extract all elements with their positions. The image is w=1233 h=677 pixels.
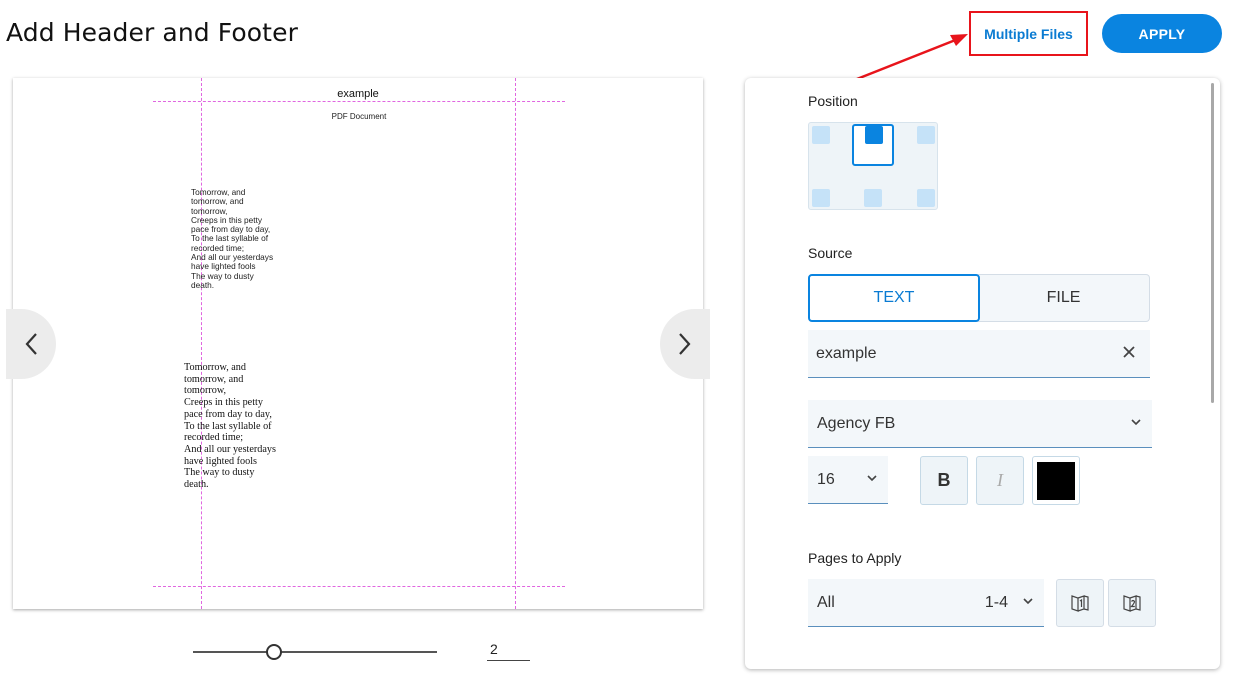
pages-to-apply-label: Pages to Apply — [808, 550, 902, 566]
multiple-files-link[interactable]: Multiple Files — [969, 11, 1088, 56]
margin-guide-right — [515, 78, 516, 609]
position-top-center[interactable] — [852, 124, 894, 166]
source-label: Source — [808, 245, 853, 261]
page-title: Add Header and Footer — [6, 18, 298, 47]
even-pages-icon — [1123, 595, 1141, 612]
poem-line: Tomorrow, and — [184, 362, 246, 373]
tab-source-file[interactable]: FILE — [978, 274, 1150, 322]
position-bottom-left[interactable] — [812, 189, 830, 207]
poem-line: death. — [184, 479, 209, 491]
even-pages-button[interactable] — [1108, 579, 1156, 627]
chevron-left-icon — [25, 333, 37, 355]
preview-doc-title: PDF Document — [331, 112, 387, 121]
pages-to-apply-select[interactable]: All 1-4 — [808, 579, 1044, 627]
poem-line: Creeps in this petty — [184, 397, 263, 409]
poem-line: The way to dusty — [184, 467, 255, 479]
color-swatch — [1037, 461, 1075, 500]
page-number-field[interactable]: 2 — [487, 638, 530, 661]
preview-poem-small: Tomorrow, and tomorrow, and tomorrow, Cr… — [191, 187, 286, 290]
panel-scrollbar[interactable] — [1211, 83, 1214, 403]
chevron-right-icon — [679, 333, 691, 355]
poem-line: tomorrow, and — [184, 373, 244, 385]
chevron-down-icon — [1023, 598, 1033, 605]
poem-line: death. — [191, 279, 215, 290]
tab-source-text[interactable]: TEXT — [808, 274, 980, 322]
position-label: Position — [808, 93, 858, 109]
font-size-select[interactable]: 16 — [808, 456, 888, 504]
odd-pages-icon — [1071, 595, 1089, 612]
italic-button[interactable]: I — [976, 456, 1024, 505]
position-top-left[interactable] — [812, 126, 830, 144]
header-text-value: example — [816, 344, 877, 362]
poem-line: And all our yesterdays — [184, 443, 276, 455]
margin-guide-top — [153, 101, 565, 102]
odd-pages-button[interactable] — [1056, 579, 1104, 627]
preview-header-text: example — [337, 88, 379, 100]
pdf-preview: example PDF Document Tomorrow, and tomor… — [13, 78, 703, 609]
position-bottom-center[interactable] — [864, 189, 882, 207]
chevron-down-icon — [867, 475, 877, 482]
position-selected-marker — [865, 126, 883, 144]
poem-line: recorded time; — [184, 432, 244, 444]
zoom-slider-track[interactable] — [193, 651, 437, 653]
margin-guide-bottom — [153, 586, 565, 587]
poem-line: pace from day to day, — [184, 408, 272, 420]
poem-line: To the last syllable of — [184, 420, 272, 432]
position-bottom-right[interactable] — [917, 189, 935, 207]
chevron-down-icon — [1131, 419, 1141, 426]
poem-line: have lighted fools — [184, 455, 257, 467]
font-family-select[interactable]: Agency FB — [808, 400, 1152, 448]
margin-guide-left — [201, 78, 202, 609]
preview-poem-large: Tomorrow, and tomorrow, and tomorrow, Cr… — [184, 362, 294, 491]
pages-select-value: All — [817, 593, 835, 611]
zoom-slider-thumb[interactable] — [266, 644, 282, 660]
position-top-right[interactable] — [917, 126, 935, 144]
pages-range: 1-4 — [984, 594, 1008, 611]
font-family-value: Agency FB — [817, 414, 896, 432]
clear-icon[interactable] — [1122, 345, 1136, 359]
poem-line: tomorrow, — [184, 385, 227, 397]
text-color-button[interactable] — [1032, 456, 1080, 505]
header-text-input[interactable]: example — [808, 330, 1150, 378]
bold-button[interactable]: B — [920, 456, 968, 505]
font-size-value: 16 — [817, 470, 835, 488]
apply-button[interactable]: APPLY — [1102, 14, 1222, 53]
